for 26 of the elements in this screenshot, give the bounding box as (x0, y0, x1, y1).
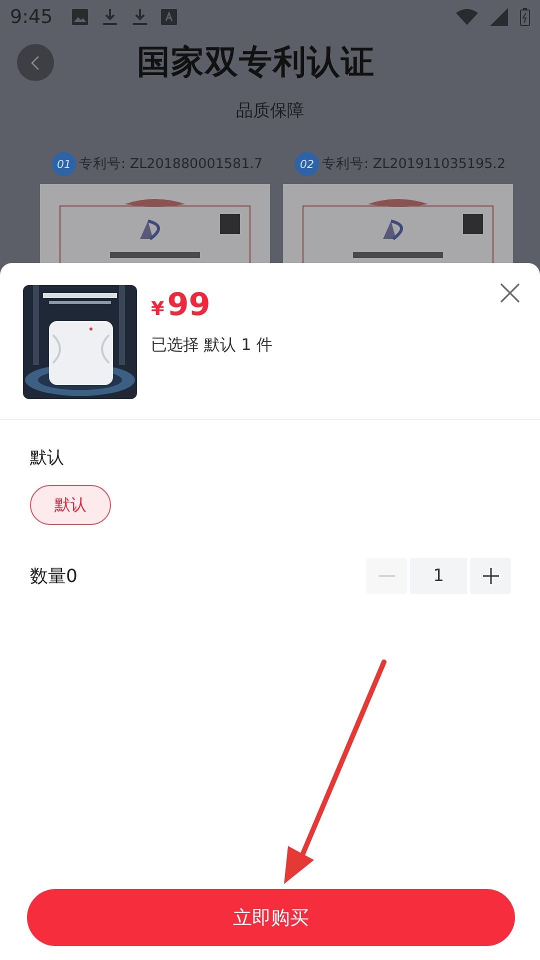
download-icon (130, 8, 149, 26)
download-icon (100, 8, 119, 26)
buy-now-button[interactable]: 立即购买 (27, 889, 515, 946)
status-time: 9:45 (10, 6, 53, 28)
signal-icon (490, 8, 508, 26)
battery-icon (520, 8, 530, 26)
number-badge: 02 (295, 152, 319, 176)
spec-title: 默认 (30, 447, 65, 469)
font-icon (160, 9, 177, 25)
number-badge: 01 (52, 152, 76, 176)
quantity-label: 数量0 (30, 565, 78, 588)
selection-summary: 已选择 默认 1 件 (151, 335, 272, 356)
close-icon (500, 283, 520, 303)
price: ¥99 (151, 287, 212, 323)
option-chip[interactable]: 默认 (30, 485, 111, 525)
page-title: 国家双专利认证 (137, 41, 375, 83)
minus-icon (378, 575, 394, 577)
increment-button[interactable] (470, 558, 511, 594)
wifi-icon (456, 9, 478, 25)
close-button[interactable] (500, 283, 520, 303)
patent-number: 专利号: ZL201880001581.7 (79, 155, 263, 173)
image-icon (70, 8, 89, 26)
plus-icon (482, 568, 498, 584)
patent-number: 专利号: ZL201911035195.2 (322, 155, 506, 173)
quantity-field[interactable]: 1 (410, 558, 467, 594)
page-subtitle: 品质保障 (235, 100, 305, 122)
